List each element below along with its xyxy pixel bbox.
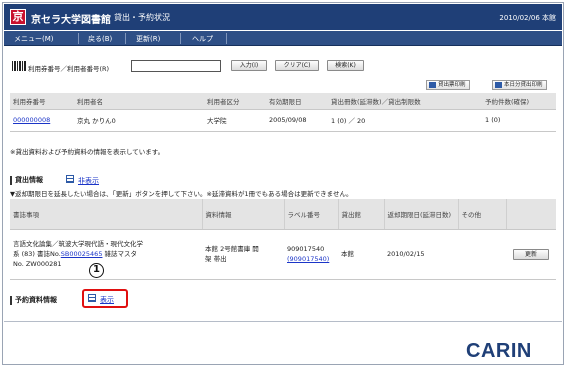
search-label: 利用券番号／利用者番号(R) (28, 65, 110, 73)
column-header: 貸出館 (338, 199, 385, 230)
loan-section-title-text: 貸出情報 (15, 176, 43, 184)
carin-logo: CARIN (466, 340, 532, 362)
loan-instruction-note: ▼返却期限日を延長したい場合は、「更新」ボタンを押して下さい。※延滞資料が1冊で… (10, 190, 353, 198)
barcode-icon (12, 61, 26, 71)
renew-button[interactable]: 更新 (513, 248, 549, 260)
column-header: ラベル番号 (284, 199, 339, 230)
reserve-section-title: 予約資料情報 (10, 295, 57, 305)
ncid-line: No. ZW000281 (13, 260, 62, 268)
step-number-badge: 1 (89, 263, 104, 278)
highlight-box (82, 289, 128, 308)
input-button[interactable]: 入力(I) (231, 60, 267, 71)
title-line: 言語文化論集／筑波大学現代語・現代文化学 (13, 240, 143, 248)
menu-separator (180, 33, 181, 44)
column-header: 書誌事項 (10, 199, 203, 230)
print-loan-slip-button[interactable]: 貸出票印刷 (426, 80, 470, 90)
column-header: 利用者区分 (204, 93, 266, 110)
table-cell: 京丸 かりん0 (74, 109, 204, 132)
menu-separator (125, 33, 126, 44)
label-number-link[interactable]: (909017540) (287, 255, 329, 263)
menu-bar: メニュー(M) 戻る(B) 更新(R) ヘルプ (4, 31, 562, 46)
menu-item-help[interactable]: ヘルプ (192, 34, 213, 44)
label-cell: 909017540 (909017540) (284, 229, 338, 280)
column-header: 予約件数(確保) (482, 93, 556, 110)
title-line: 系 (83) 書誌No.SB00025465 雑誌マスタ (13, 250, 138, 258)
loan-section-title: 貸出情報 (10, 175, 43, 185)
table-cell: 1 (0) (482, 109, 556, 132)
info-note: ※貸出資料および予約資料の情報を表示しています。 (10, 148, 165, 156)
menu-item-refresh[interactable]: 更新(R) (136, 34, 160, 44)
table-row: 000000008 京丸 かりん0 大学院 2005/09/08 1 (0) ／… (10, 109, 556, 132)
column-header: その他 (458, 199, 507, 230)
reserve-section-title-text: 予約資料情報 (15, 296, 57, 304)
table-cell: 000000008 (10, 109, 74, 132)
menu-item-back[interactable]: 戻る(B) (88, 34, 112, 44)
clear-button[interactable]: クリア(C) (275, 60, 319, 71)
table-header-row: 利用券番号 利用者名 利用者区分 有効期限日 貸出冊数(延滞数)／貸出制限数 予… (10, 93, 556, 110)
menu-separator (78, 33, 79, 44)
print-today-label: 本日分貸出印刷 (504, 82, 543, 88)
title-bar: 京 京セラ大学図書館 貸出・予約状況 2010/02/06 本館 (4, 4, 562, 30)
other-cell (458, 229, 506, 280)
renew-cell: 更新 (506, 229, 556, 280)
bib-no-link[interactable]: SB00025465 (61, 250, 103, 258)
due-date-cell: 2010/02/15 (384, 229, 458, 280)
material-cell: 本館 2号館書庫 開 架 帯出 (202, 229, 284, 280)
page-title: 貸出・予約状況 (114, 13, 170, 22)
column-header: 利用券番号 (10, 93, 74, 110)
bibliographic-cell: 言語文化論集／筑波大学現代語・現代文化学 系 (83) 書誌No.SB00025… (10, 229, 202, 280)
column-header: 資料情報 (202, 199, 285, 230)
date-branch-label: 2010/02/06 本館 (499, 14, 556, 22)
column-header: 貸出冊数(延滞数)／貸出制限数 (328, 93, 482, 110)
printer-icon (495, 82, 502, 88)
section-bar (10, 295, 12, 305)
table-header-row: 書誌事項 資料情報 ラベル番号 貸出館 返却期限日(延滞日数) その他 (10, 199, 556, 230)
library-logo-icon: 京 (10, 9, 26, 25)
collapse-icon[interactable] (66, 175, 74, 183)
search-button[interactable]: 検索(K) (327, 60, 364, 71)
table-cell: 大学院 (204, 109, 266, 132)
column-header: 利用者名 (74, 93, 204, 110)
menu-item-menu[interactable]: メニュー(M) (14, 34, 54, 44)
table-cell: 1 (0) ／ 20 (328, 109, 482, 132)
column-header: 返却期限日(延滞日数) (384, 199, 459, 230)
table-cell: 2005/09/08 (266, 109, 328, 132)
section-bar (10, 175, 12, 185)
branch-cell: 本館 (338, 229, 384, 280)
user-number-input[interactable] (131, 60, 221, 72)
column-header: 有効期限日 (266, 93, 328, 110)
user-number-link[interactable]: 000000008 (13, 116, 50, 124)
print-today-button[interactable]: 本日分貸出印刷 (492, 80, 547, 90)
column-header (506, 199, 556, 230)
user-info-table: 利用券番号 利用者名 利用者区分 有効期限日 貸出冊数(延滞数)／貸出制限数 予… (10, 93, 556, 132)
menu-separator (226, 33, 227, 44)
app-title: 京セラ大学図書館 (31, 15, 111, 26)
print-loan-slip-label: 貸出票印刷 (438, 82, 466, 88)
footer-divider (4, 321, 562, 322)
printer-icon (429, 82, 436, 88)
loan-hide-link[interactable]: 非表示 (78, 176, 99, 186)
